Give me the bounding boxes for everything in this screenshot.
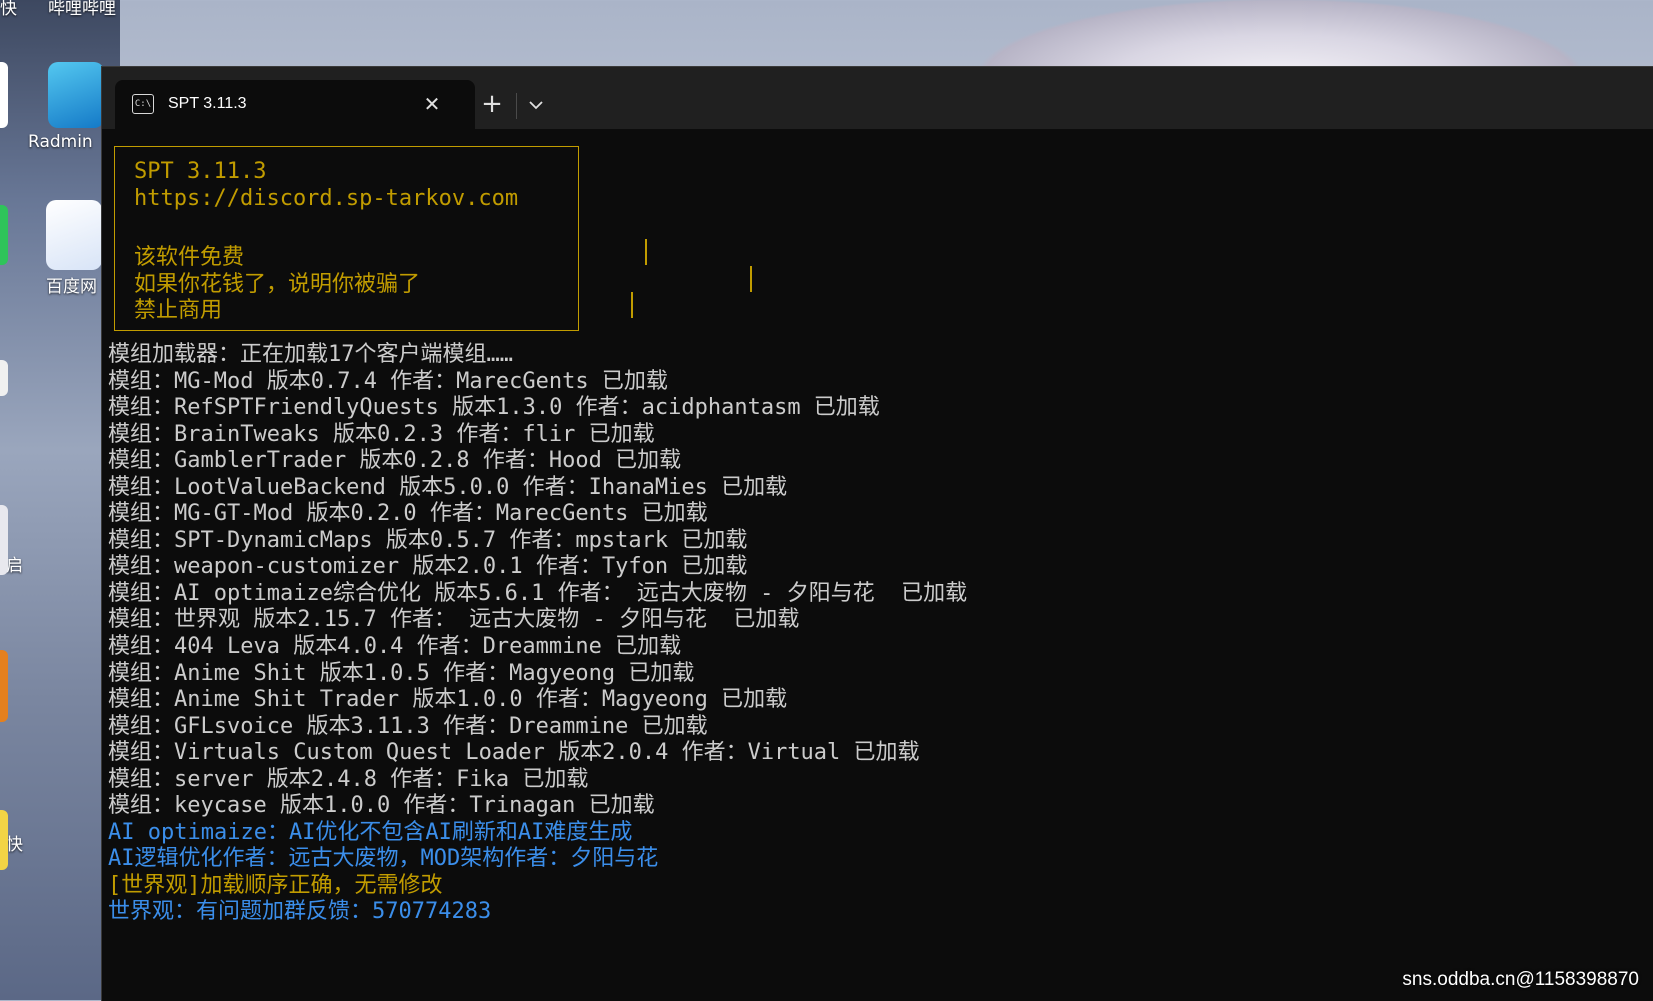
banner-border-fragment	[750, 266, 752, 292]
log-line: 模组：MG-GT-Mod 版本0.2.0 作者：MarecGents 已加载	[108, 501, 708, 527]
log-line: 模组：RefSPTFriendlyQuests 版本1.3.0 作者：acidp…	[108, 395, 880, 421]
log-line: 世界观：有问题加群反馈：570774283	[108, 899, 492, 925]
log-line: 模组：LootValueBackend 版本5.0.0 作者：IhanaMies…	[108, 474, 788, 500]
banner-border-fragment	[631, 292, 633, 318]
log-line: 模组：GFLsvoice 版本3.11.3 作者：Dreammine 已加载	[108, 713, 708, 739]
log-line: 模组：keycase 版本1.0.0 作者：Trinagan 已加载	[108, 793, 655, 819]
log-line: 模组：Anime Shit 版本1.0.5 作者：Magyeong 已加载	[108, 660, 695, 686]
desktop-label-kuai-top[interactable]: 快	[0, 0, 17, 19]
desktop-icon-edge-4[interactable]	[0, 505, 8, 575]
desktop-label-bilibili[interactable]: 哔哩哔哩	[48, 0, 116, 19]
new-tab-button[interactable]: +	[474, 87, 510, 123]
log-line: 模组：404 Leva 版本4.0.4 作者：Dreammine 已加载	[108, 634, 682, 660]
log-output: 模组加载器：正在加载17个客户端模组…… 模组：MG-Mod 版本0.7.4 作者…	[108, 342, 967, 926]
log-line: 模组加载器：正在加载17个客户端模组……	[108, 342, 513, 367]
log-line: 模组：Virtuals Custom Quest Loader 版本2.0.4 …	[108, 740, 920, 766]
desktop-icon-edge-5[interactable]	[0, 650, 8, 722]
log-line: 模组：世界观 版本2.15.7 作者： 远古大废物 - 夕阳与花 已加载	[108, 607, 800, 633]
tab-bar: C:\ SPT 3.11.3 ✕ +	[102, 67, 1653, 129]
close-icon[interactable]: ✕	[420, 92, 444, 116]
baidu-netdisk-icon[interactable]	[46, 200, 102, 270]
chevron-down-icon[interactable]	[518, 87, 554, 123]
tab-separator	[516, 93, 517, 119]
log-line: AI逻辑优化作者：远古大废物，MOD架构作者：夕阳与花	[108, 846, 659, 872]
banner-line-url: https://discord.sp-tarkov.com	[134, 186, 519, 211]
radmin-icon[interactable]	[48, 62, 104, 128]
desktop-label-qi[interactable]: 启	[6, 551, 23, 576]
desktop-label-baidu[interactable]: 百度网	[46, 272, 97, 297]
desktop-icon-edge-3[interactable]	[0, 360, 8, 396]
watermark-text: sns.oddba.cn@1158398870	[1402, 969, 1639, 990]
desktop-icon-edge-2[interactable]	[0, 205, 8, 265]
log-line: 模组：server 版本2.4.8 作者：Fika 已加载	[108, 766, 589, 792]
desktop-icon-edge-1[interactable]	[0, 62, 8, 128]
log-line: 模组：AI optimaize综合优化 版本5.6.1 作者： 远古大废物 - …	[108, 580, 968, 606]
desktop-icon-edge-6[interactable]	[0, 810, 8, 870]
tab-title: SPT 3.11.3	[168, 95, 247, 112]
log-line: [世界观]加载顺序正确，无需修改	[108, 872, 443, 898]
log-line: 模组：GamblerTrader 版本0.2.8 作者：Hood 已加载	[108, 448, 682, 474]
log-line: 模组：MG-Mod 版本0.7.4 作者：MarecGents 已加载	[108, 368, 668, 394]
banner-border-fragment	[645, 239, 647, 265]
log-line: 模组：Anime Shit Trader 版本1.0.0 作者：Magyeong…	[108, 687, 788, 713]
desktop-label-kuai[interactable]: 快	[6, 830, 23, 855]
log-line: AI optimaize：AI优化不包含AI刷新和AI难度生成	[108, 819, 633, 845]
log-line: 模组：SPT-DynamicMaps 版本0.5.7 作者：mpstark 已加…	[108, 527, 748, 553]
tab-spt[interactable]: C:\ SPT 3.11.3 ✕	[115, 80, 475, 129]
terminal-window[interactable]: C:\ SPT 3.11.3 ✕ + SPT 3.11.3 https://di…	[101, 66, 1653, 1001]
terminal-icon: C:\	[132, 94, 154, 114]
terminal-output[interactable]: SPT 3.11.3 https://discord.sp-tarkov.com…	[102, 129, 1653, 1001]
banner-line-noncommercial: 禁止商用	[134, 298, 223, 323]
banner-line-version: SPT 3.11.3	[134, 159, 267, 184]
log-line: 模组：weapon-customizer 版本2.0.1 作者：Tyfon 已加…	[108, 554, 748, 580]
log-line: 模组：BrainTweaks 版本0.2.3 作者：flir 已加载	[108, 421, 655, 447]
desktop-label-radmin[interactable]: Radmin	[28, 132, 93, 152]
